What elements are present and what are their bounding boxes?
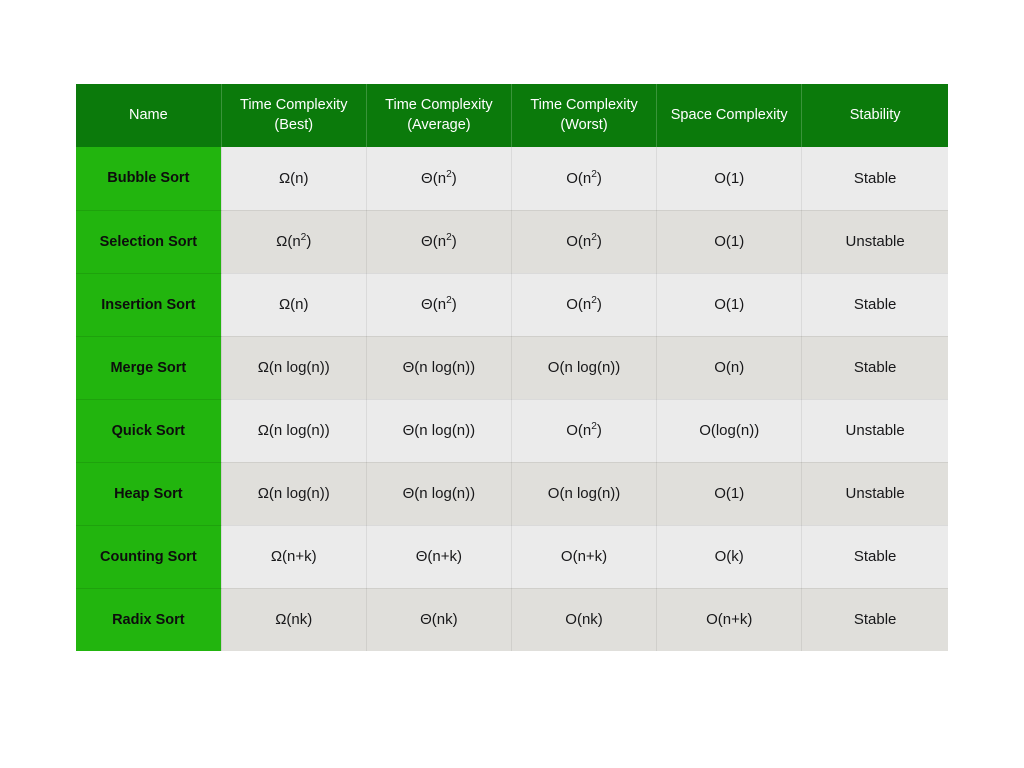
- column-header-stability: Stability: [801, 84, 948, 147]
- cell-time-best: Ω(n+k): [221, 525, 367, 589]
- header-line-1: Time Complexity: [530, 96, 638, 113]
- table-row: Radix Sort Ω(nk) Θ(nk) O(nk) O(n+k) Stable: [76, 588, 948, 651]
- cell-time-best: Ω(n2): [221, 210, 367, 274]
- cell-time-worst: O(n2): [511, 147, 658, 211]
- cell-space-complexity: O(n+k): [656, 588, 803, 651]
- cell-time-best: Ω(n log(n)): [221, 462, 367, 526]
- header-row: Name Time Complexity (Best) Time Complex…: [76, 84, 948, 147]
- exponent-2: 2: [446, 232, 452, 243]
- table-header: Name Time Complexity (Best) Time Complex…: [76, 84, 948, 147]
- cell-algorithm-name: Counting Sort: [76, 525, 222, 589]
- header-line-2: (Worst): [560, 116, 608, 133]
- cell-stability: Stable: [801, 147, 948, 211]
- cell-algorithm-name: Radix Sort: [76, 588, 222, 651]
- cell-time-worst: O(n2): [511, 210, 658, 274]
- header-line-1: Time Complexity: [385, 96, 493, 113]
- cell-time-best: Ω(n): [221, 273, 367, 337]
- column-header-time-worst: Time Complexity (Worst): [511, 84, 658, 147]
- cell-time-best: Ω(n log(n)): [221, 336, 367, 400]
- column-header-time-average: Time Complexity (Average): [366, 84, 512, 147]
- column-header-time-best: Time Complexity (Best): [221, 84, 367, 147]
- page-canvas: Name Time Complexity (Best) Time Complex…: [0, 0, 1024, 768]
- table-row: Heap Sort Ω(n log(n)) Θ(n log(n)) O(n log(n…: [76, 462, 948, 526]
- exponent-2: 2: [446, 168, 452, 180]
- header-line-1: Name: [128, 106, 168, 123]
- cell-space-complexity: O(k): [656, 525, 803, 589]
- cell-time-average: Θ(n log(n)): [366, 336, 512, 400]
- column-header-space-complexity: Space Complexity: [656, 84, 803, 147]
- table-row: Selection Sort Ω(n2) Θ(n2) O(n2) O(1) Unstabl…: [76, 210, 948, 274]
- cell-algorithm-name: Insertion Sort: [76, 273, 222, 337]
- table-row: Quick Sort Ω(n log(n)) Θ(n log(n)) O(n2) O(l…: [76, 399, 948, 463]
- table-row: Insertion Sort Ω(n) Θ(n2) O(n2) O(1) Stable: [76, 273, 948, 337]
- cell-stability: Unstable: [801, 399, 948, 463]
- cell-algorithm-name: Selection Sort: [76, 210, 222, 274]
- cell-time-average: Θ(n+k): [366, 525, 512, 589]
- header-line-1: Space Complexity: [670, 106, 788, 123]
- cell-stability: Unstable: [801, 462, 948, 526]
- cell-time-worst: O(n2): [511, 399, 658, 463]
- cell-stability: Stable: [801, 588, 948, 651]
- cell-time-average: Θ(n2): [366, 273, 512, 337]
- cell-stability: Unstable: [801, 210, 948, 274]
- cell-time-average: Θ(n log(n)): [366, 462, 512, 526]
- exponent-2: 2: [300, 232, 307, 243]
- table-row: Bubble Sort Ω(n) Θ(n2) O(n2) O(1) Stable: [76, 147, 948, 211]
- exponent-2: 2: [591, 168, 597, 180]
- cell-stability: Stable: [801, 336, 948, 400]
- cell-algorithm-name: Heap Sort: [76, 462, 222, 526]
- cell-time-average: Θ(nk): [366, 588, 512, 651]
- header-line-1: Time Complexity: [240, 96, 348, 113]
- cell-time-worst: O(nk): [511, 588, 658, 651]
- cell-space-complexity: O(log(n)): [656, 399, 803, 463]
- column-header-name: Name: [76, 84, 222, 147]
- header-line-2: (Average): [407, 116, 471, 133]
- cell-stability: Stable: [801, 273, 948, 337]
- exponent-2: 2: [591, 421, 597, 432]
- cell-algorithm-name: Bubble Sort: [76, 147, 222, 211]
- cell-space-complexity: O(1): [656, 273, 803, 337]
- cell-space-complexity: O(1): [656, 147, 803, 211]
- cell-time-worst: O(n+k): [511, 525, 658, 589]
- cell-space-complexity: O(1): [656, 462, 803, 526]
- exponent-2: 2: [591, 295, 597, 306]
- header-line-2: (Best): [274, 116, 314, 133]
- cell-stability: Stable: [801, 525, 948, 589]
- table-row: Counting Sort Ω(n+k) Θ(n+k) O(n+k) O(k) Stabl…: [76, 525, 948, 589]
- header-line-1: Stability: [849, 106, 901, 123]
- table-row: Merge Sort Ω(n log(n)) Θ(n log(n)) O(n log(…: [76, 336, 948, 400]
- cell-time-worst: O(n log(n)): [511, 336, 658, 400]
- exponent-2: 2: [591, 232, 597, 243]
- cell-time-best: Ω(n): [221, 147, 367, 211]
- table-body: Bubble Sort Ω(n) Θ(n2) O(n2) O(1) Stable Selec…: [76, 147, 948, 651]
- exponent-2: 2: [446, 295, 452, 306]
- cell-time-best: Ω(nk): [221, 588, 367, 651]
- cell-time-average: Θ(n2): [366, 210, 512, 274]
- cell-space-complexity: O(1): [656, 210, 803, 274]
- cell-time-best: Ω(n log(n)): [221, 399, 367, 463]
- sorting-algorithm-complexity-table: Name Time Complexity (Best) Time Complex…: [76, 84, 948, 651]
- cell-time-average: Θ(n2): [366, 147, 512, 211]
- cell-time-worst: O(n2): [511, 273, 658, 337]
- cell-algorithm-name: Quick Sort: [76, 399, 222, 463]
- cell-algorithm-name: Merge Sort: [76, 336, 222, 400]
- cell-time-worst: O(n log(n)): [511, 462, 658, 526]
- cell-space-complexity: O(n): [656, 336, 803, 400]
- cell-time-average: Θ(n log(n)): [366, 399, 512, 463]
